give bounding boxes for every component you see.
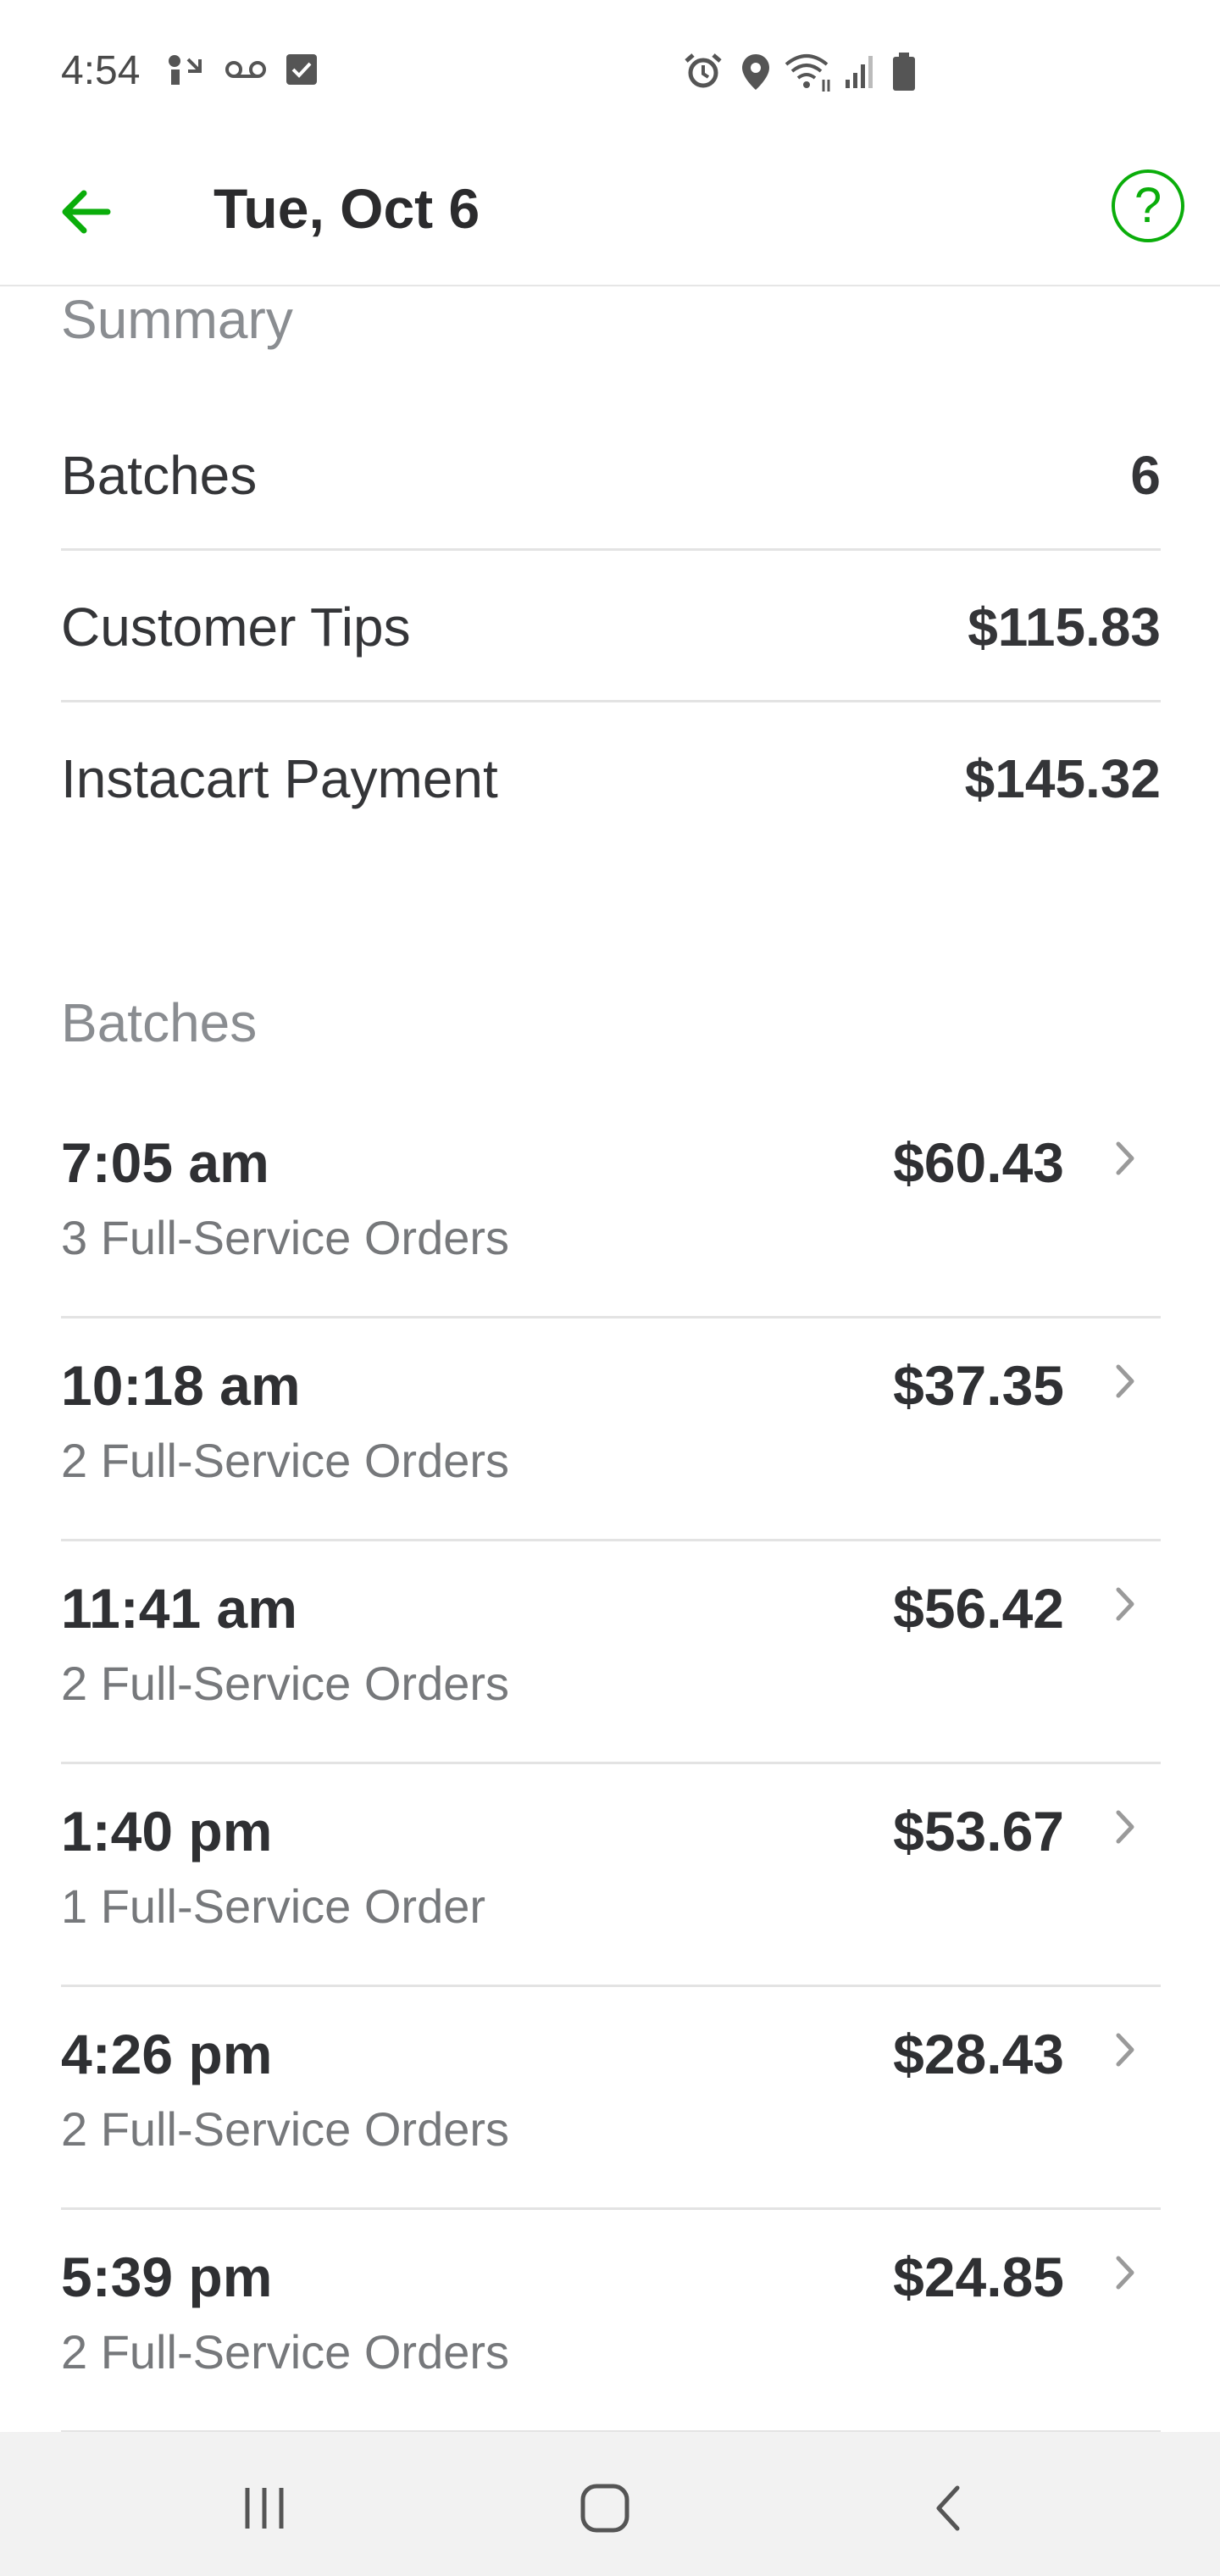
summary-label: Batches [61,445,258,506]
voicemail-icon [225,61,266,78]
summary-value: $145.32 [964,748,1161,809]
arrow-left-icon [62,190,111,234]
app-bar: Tue, Oct 6 ? [0,153,1220,286]
recent-apps-icon [245,2488,284,2529]
battery-icon [893,53,915,91]
alarm-icon [685,53,722,88]
status-time: 4:54 [61,48,141,93]
batch-amount: $60.43 [893,1131,1064,1194]
batch-time: 5:39 pm [61,2246,273,2308]
missed-call-icon [169,55,202,85]
status-bar: 4:54 [0,0,1220,153]
batch-time: 4:26 pm [61,2023,273,2085]
batch-orders: 1 Full-Service Order [61,1879,486,1933]
summary-value: $115.83 [968,597,1161,658]
batch-orders: 2 Full-Service Orders [61,2102,510,2156]
summary-row-customer-tips: Customer Tips $115.83 [61,552,1161,702]
batch-row[interactable]: 7:05 am 3 Full-Service Orders $60.43 [61,1096,1161,1319]
batch-amount: $53.67 [893,1800,1064,1863]
batch-time: 7:05 am [61,1131,269,1194]
location-icon [742,54,769,90]
signal-icon [846,56,873,88]
batches-heading: Batches [61,992,258,1053]
batch-row[interactable]: 4:26 pm 2 Full-Service Orders $28.43 [61,1988,1161,2210]
batch-orders: 2 Full-Service Orders [61,1657,510,1710]
batch-orders: 2 Full-Service Orders [61,2325,510,2379]
help-button[interactable]: ? [1112,169,1184,242]
batch-amount: $56.42 [893,1577,1064,1640]
summary-heading: Summary [61,289,293,350]
batch-orders: 2 Full-Service Orders [61,1434,510,1487]
batch-orders: 3 Full-Service Orders [61,1211,510,1264]
batch-time: 1:40 pm [61,1800,273,1863]
chevron-right-icon [1116,2033,1134,2067]
batch-row[interactable]: 1:40 pm 1 Full-Service Order $53.67 [61,1765,1161,1987]
question-mark-icon: ? [1134,178,1162,233]
chevron-right-icon [1116,2256,1134,2290]
system-nav-bar [0,2432,1220,2576]
summary-value: 6 [1130,445,1161,506]
page-title: Tue, Oct 6 [214,177,480,240]
back-button[interactable] [51,178,119,246]
system-back-button[interactable] [905,2474,990,2542]
batch-time: 10:18 am [61,1354,301,1417]
batch-row[interactable]: 5:39 pm 2 Full-Service Orders $24.85 [61,2211,1161,2433]
home-icon [580,2484,629,2533]
chevron-right-icon [1116,1141,1134,1175]
batch-amount: $24.85 [893,2246,1064,2308]
summary-row-instacart-payment: Instacart Payment $145.32 [61,703,1161,854]
wifi-icon [785,54,830,92]
chevron-right-icon [1116,1810,1134,1844]
checkbox-notification-icon [286,54,317,85]
batch-amount: $28.43 [893,2023,1064,2085]
back-chevron-icon [936,2485,960,2531]
batch-row[interactable]: 10:18 am 2 Full-Service Orders $37.35 [61,1319,1161,1541]
chevron-right-icon [1116,1587,1134,1621]
batch-time: 11:41 am [61,1577,297,1640]
home-button[interactable] [563,2474,647,2542]
summary-row-batches: Batches 6 [61,400,1161,551]
batch-amount: $37.35 [893,1354,1064,1417]
recent-apps-button[interactable] [222,2474,307,2542]
batch-row[interactable]: 11:41 am 2 Full-Service Orders $56.42 [61,1542,1161,1764]
chevron-right-icon [1116,1364,1134,1398]
summary-label: Customer Tips [61,597,411,658]
summary-label: Instacart Payment [61,748,498,809]
